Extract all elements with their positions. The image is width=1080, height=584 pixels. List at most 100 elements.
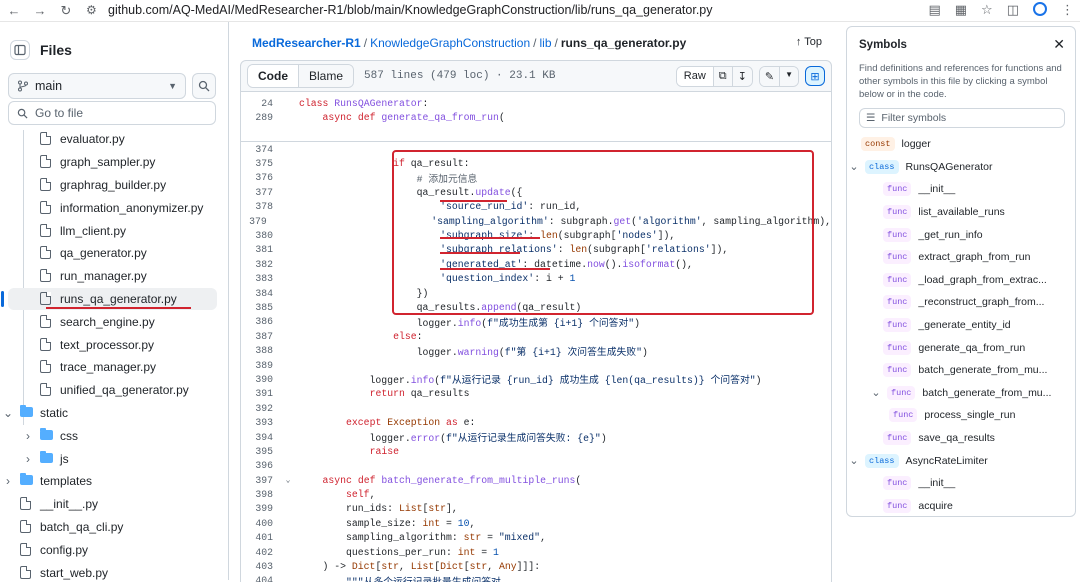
code-line[interactable]: 289 async def generate_qa_from_run( xyxy=(241,110,831,124)
tree-file[interactable]: batch_qa_cli.py xyxy=(0,516,229,539)
code-line[interactable]: 394 logger.error(f"从运行记录生成问答失败: {e}") xyxy=(241,430,831,445)
line-number[interactable]: 391 xyxy=(241,388,281,399)
symbol-item[interactable]: func _load_graph_from_extrac... xyxy=(847,269,1077,292)
line-number[interactable]: 398 xyxy=(241,489,281,500)
forward-icon[interactable]: → xyxy=(30,3,50,18)
close-icon[interactable]: ✕ xyxy=(1053,36,1065,53)
translate-icon[interactable]: ▦ xyxy=(955,2,967,19)
line-number[interactable]: 404 xyxy=(241,575,281,582)
symbol-item[interactable]: ⌄ func batch_generate_from_mu... xyxy=(847,382,1077,405)
tree-file[interactable]: config.py xyxy=(0,538,229,561)
chevron-down-icon[interactable]: ⌄ xyxy=(2,406,14,420)
symbol-item[interactable]: func __init__ xyxy=(847,178,1077,201)
code-line[interactable]: 389 xyxy=(241,358,831,372)
more-menu-icon[interactable]: ⋮ xyxy=(1061,2,1074,19)
back-icon[interactable]: ← xyxy=(4,3,24,18)
code-line[interactable]: 402 questions_per_run: int = 1 xyxy=(241,545,831,559)
tree-folder[interactable]: › css xyxy=(0,424,229,447)
code-line[interactable]: 395 raise xyxy=(241,444,831,458)
chevron-right-icon[interactable]: › xyxy=(2,474,14,488)
fold-chevron-icon[interactable]: ⌄ xyxy=(281,475,295,485)
line-number[interactable]: 401 xyxy=(241,532,281,543)
symbol-item[interactable]: const logger xyxy=(847,133,1077,156)
symbol-item[interactable]: func save_qa_results xyxy=(847,427,1077,450)
symbols-panel-toggle-icon[interactable]: ⊞ xyxy=(805,66,825,86)
line-number[interactable]: 375 xyxy=(241,158,281,169)
cast-icon[interactable]: ▤ xyxy=(928,2,940,19)
site-settings-icon[interactable]: ⚙ xyxy=(86,3,108,17)
breadcrumb-lib-link[interactable]: lib xyxy=(540,36,552,50)
chevron-right-icon[interactable]: › xyxy=(22,429,34,443)
chevron-down-icon[interactable]: ⌄ xyxy=(849,454,859,467)
tree-file[interactable]: information_anonymizer.py xyxy=(0,196,229,219)
code-line[interactable]: 390 logger.info(f"从运行记录 {run_id} 成功生成 {l… xyxy=(241,372,831,387)
code-line[interactable]: 397 ⌄ async def batch_generate_from_multi… xyxy=(241,473,831,487)
symbol-item[interactable]: ⌄ class AsyncRateLimiter xyxy=(847,449,1077,472)
copy-icon[interactable]: ⧉ xyxy=(713,66,733,86)
line-number[interactable]: 392 xyxy=(241,403,281,414)
tree-file[interactable]: text_processor.py xyxy=(0,333,229,356)
symbol-item[interactable]: ⌄ class RunsQAGenerator xyxy=(847,156,1077,179)
line-number[interactable]: 395 xyxy=(241,446,281,457)
line-number[interactable]: 384 xyxy=(241,288,281,299)
symbol-item[interactable]: func process_single_run xyxy=(847,404,1077,427)
download-icon[interactable]: ↧ xyxy=(732,66,752,86)
line-number[interactable]: 386 xyxy=(241,316,281,327)
tab-code[interactable]: Code xyxy=(248,65,299,87)
tree-file[interactable]: unified_qa_generator.py xyxy=(0,379,229,402)
line-number[interactable]: 377 xyxy=(241,187,281,198)
code-line[interactable]: 399 run_ids: List[str], xyxy=(241,502,831,516)
chevron-down-icon[interactable]: ⌄ xyxy=(849,160,859,173)
symbol-item[interactable]: func extract_graph_from_run xyxy=(847,246,1077,269)
line-number[interactable]: 402 xyxy=(241,547,281,558)
go-to-file-input[interactable]: Go to file xyxy=(8,101,216,125)
line-number[interactable]: 399 xyxy=(241,503,281,514)
code-line[interactable]: 391 return qa_results xyxy=(241,387,831,401)
symbol-item[interactable]: func _reconstruct_graph_from... xyxy=(847,291,1077,314)
tree-file[interactable]: trace_manager.py xyxy=(0,356,229,379)
code-line[interactable]: 387 else: xyxy=(241,329,831,343)
tree-folder[interactable]: ⌄ static xyxy=(0,402,229,425)
line-number[interactable]: 378 xyxy=(241,201,281,212)
tree-file[interactable]: search_engine.py xyxy=(0,310,229,333)
line-number[interactable]: 383 xyxy=(241,273,281,284)
tree-file[interactable]: llm_client.py xyxy=(0,219,229,242)
symbol-item[interactable]: func __init__ xyxy=(847,472,1077,495)
raw-button[interactable]: Raw xyxy=(676,66,714,86)
breadcrumb-repo-link[interactable]: MedResearcher-R1 xyxy=(252,36,361,50)
line-number[interactable]: 382 xyxy=(241,259,281,270)
branch-selector[interactable]: main ▼ xyxy=(8,73,186,99)
symbol-item[interactable]: func _get_run_info xyxy=(847,223,1077,246)
collapse-panel-icon[interactable] xyxy=(10,40,30,60)
tree-folder[interactable]: › js xyxy=(0,447,229,470)
line-number[interactable]: 376 xyxy=(241,172,281,183)
chevron-down-icon[interactable]: ▼ xyxy=(780,66,798,86)
code-line[interactable]: 386 logger.info(f"成功生成第 {i+1} 个问答对") xyxy=(241,315,831,329)
line-number[interactable]: 393 xyxy=(241,417,281,428)
breadcrumb-dir-link[interactable]: KnowledgeGraphConstruction xyxy=(370,36,530,50)
filter-symbols-input[interactable]: ☰ Filter symbols xyxy=(859,108,1065,128)
line-number[interactable]: 394 xyxy=(241,432,281,443)
code-line[interactable]: 398 self, xyxy=(241,487,831,501)
tree-file[interactable]: start_web.py xyxy=(0,561,229,584)
line-number[interactable]: 289 xyxy=(241,112,281,123)
tree-file[interactable]: graphrag_builder.py xyxy=(0,174,229,197)
chevron-right-icon[interactable]: › xyxy=(22,452,34,466)
line-number[interactable]: 403 xyxy=(241,561,281,572)
line-number[interactable]: 379 xyxy=(241,216,275,227)
line-number[interactable]: 385 xyxy=(241,302,281,313)
top-link[interactable]: ↑ Top xyxy=(796,36,822,48)
chevron-down-icon[interactable]: ⌄ xyxy=(871,386,881,399)
address-bar[interactable]: ⚙ github.com/AQ-MedAI/MedResearcher-R1/b… xyxy=(86,0,916,20)
code-line[interactable]: 388 logger.warning(f"第 {i+1} 次问答生成失败") xyxy=(241,343,831,358)
line-number[interactable]: 24 xyxy=(241,98,281,109)
symbol-item[interactable]: func generate_qa_from_run xyxy=(847,336,1077,359)
code-line[interactable]: 392 xyxy=(241,401,831,415)
tree-file[interactable]: evaluator.py xyxy=(0,128,229,151)
pencil-icon[interactable]: ✎ xyxy=(759,66,781,86)
extensions-icon[interactable]: ◫ xyxy=(1007,2,1019,19)
tree-folder[interactable]: › templates xyxy=(0,470,229,493)
tree-file[interactable]: __init__.py xyxy=(0,493,229,516)
line-number[interactable]: 374 xyxy=(241,144,281,155)
code-line[interactable]: 401 sampling_algorithm: str = "mixed", xyxy=(241,531,831,545)
